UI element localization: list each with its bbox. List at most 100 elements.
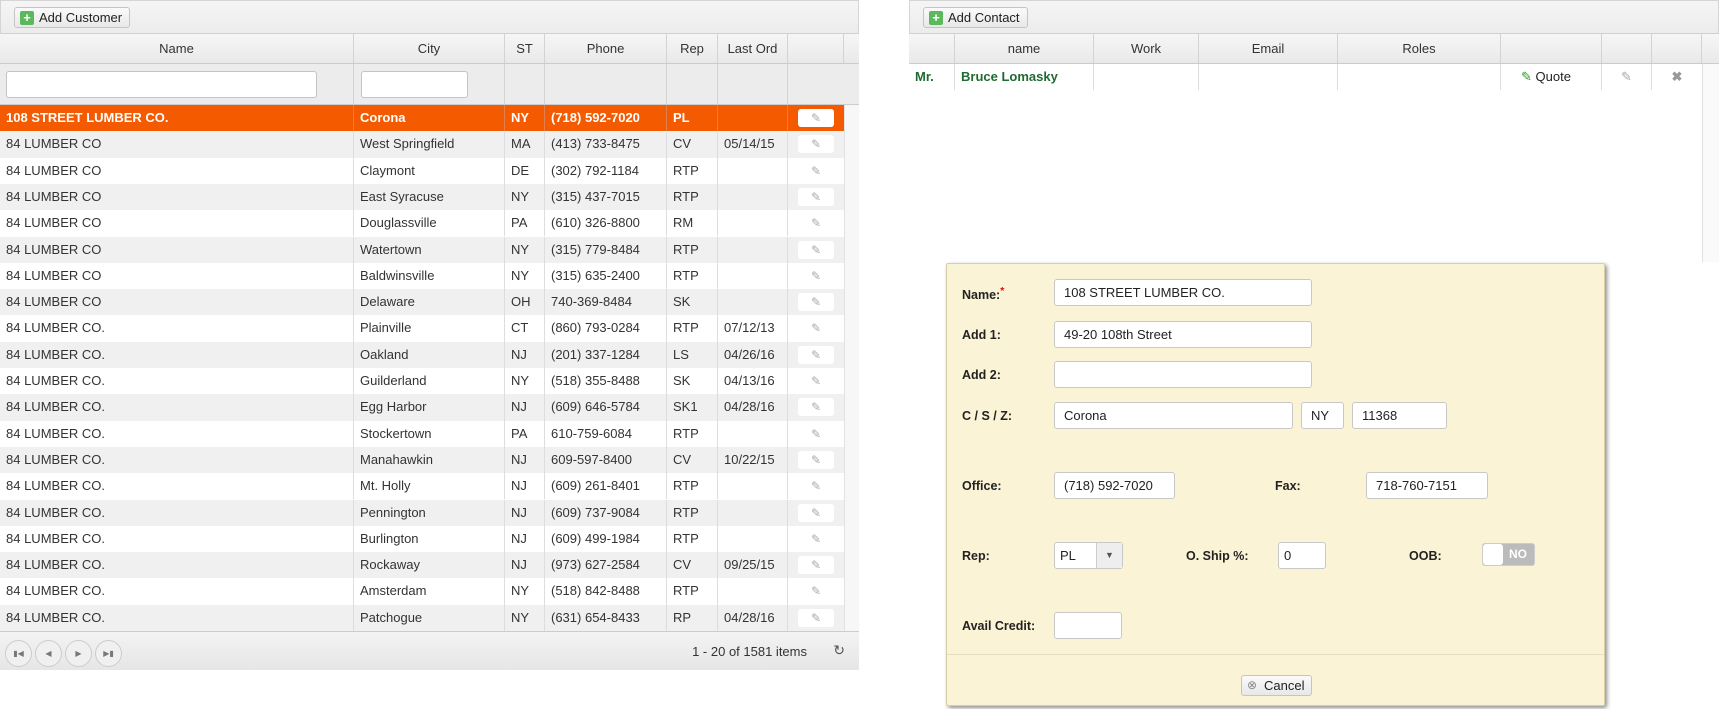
column-header-city[interactable]: City <box>354 34 505 63</box>
cell-phone: (860) 793-0284 <box>545 315 667 342</box>
cell-name: 84 LUMBER CO. <box>0 604 354 631</box>
edit-icon[interactable]: ✎ <box>798 135 834 154</box>
edit-icon[interactable]: ✎ <box>798 109 834 127</box>
table-row[interactable]: 84 LUMBER CO. Amsterdam NY (518) 842-8488 RT… <box>0 578 844 605</box>
table-row[interactable]: 84 LUMBER CO Watertown NY (315) 779-8484 RTP… <box>0 236 844 263</box>
cell-st: NJ <box>505 446 545 474</box>
edit-icon[interactable]: ✎ <box>798 424 834 443</box>
table-row[interactable]: 84 LUMBER CO Douglassville PA (610) 326-880… <box>0 210 844 237</box>
fax-label: Fax: <box>1275 479 1301 493</box>
table-row[interactable]: 84 LUMBER CO. Pennington NJ (609) 737-9084 R… <box>0 499 844 526</box>
state-input[interactable]: NY <box>1301 402 1344 429</box>
name-input[interactable]: 108 STREET LUMBER CO. <box>1054 279 1312 306</box>
table-row[interactable]: 84 LUMBER CO. Patchogue NY (631) 654-8433 RP… <box>0 604 844 631</box>
edit-icon[interactable]: ✎ <box>798 372 834 390</box>
zip-input[interactable]: 11368 <box>1352 402 1447 429</box>
table-row[interactable]: 84 LUMBER CO. Stockertown PA 610-759-6084 RT… <box>0 420 844 447</box>
edit-icon[interactable]: ✎ <box>798 266 834 285</box>
delete-contact-icon[interactable]: ✖ <box>1652 64 1702 90</box>
edit-cell: ✎ <box>788 394 844 420</box>
cell-rep: SK <box>667 289 718 316</box>
column-header-name[interactable]: name <box>955 34 1094 63</box>
column-header-roles[interactable]: Roles <box>1338 34 1501 63</box>
edit-contact-icon[interactable]: ✎ <box>1602 64 1652 90</box>
column-header-rep[interactable]: Rep <box>667 34 718 63</box>
edit-icon[interactable]: ✎ <box>798 556 834 575</box>
column-header-email[interactable]: Email <box>1199 34 1338 63</box>
table-row[interactable]: 84 LUMBER CO. Egg Harbor NJ (609) 646-5784 S… <box>0 394 844 421</box>
add1-input[interactable]: 49-20 108th Street <box>1054 321 1312 348</box>
cell-phone: (609) 499-1984 <box>545 525 667 553</box>
edit-icon[interactable]: ✎ <box>798 240 834 259</box>
first-page-button[interactable]: ▮◀ <box>5 640 32 667</box>
cell-name: 84 LUMBER CO. <box>0 420 354 447</box>
cell-city: Baldwinsville <box>354 262 505 290</box>
credit-input[interactable] <box>1054 612 1122 639</box>
edit-icon[interactable]: ✎ <box>798 398 834 417</box>
column-header-phone[interactable]: Phone <box>545 34 667 63</box>
table-row[interactable]: 84 LUMBER CO. Oakland NJ (201) 337-1284 LS 04… <box>0 341 844 368</box>
refresh-icon[interactable]: ↻ <box>833 642 845 659</box>
edit-icon[interactable]: ✎ <box>798 450 834 469</box>
column-header-st[interactable]: ST <box>505 34 545 63</box>
office-input[interactable]: (718) 592-7020 <box>1054 472 1175 499</box>
prev-page-button[interactable]: ◀ <box>35 640 62 667</box>
cell-city: Rockaway <box>354 552 505 579</box>
cell-last-ord <box>718 578 788 605</box>
edit-icon[interactable]: ✎ <box>798 187 834 206</box>
next-page-button[interactable]: ▶ <box>65 640 92 667</box>
name-filter-input[interactable] <box>6 71 317 98</box>
edit-cell: ✎ <box>788 289 844 315</box>
edit-icon[interactable]: ✎ <box>798 161 834 180</box>
edit-cell: ✎ <box>788 500 844 526</box>
edit-cell: ✎ <box>788 526 844 552</box>
edit-icon[interactable]: ✎ <box>798 529 834 548</box>
oob-toggle[interactable]: NO <box>1482 543 1535 566</box>
cell-st: NY <box>505 183 545 211</box>
contact-row[interactable]: Mr. Bruce Lomasky ✎ Quote ✎ ✖ <box>909 64 1702 90</box>
fax-input[interactable]: 718-760-7151 <box>1366 472 1488 499</box>
edit-icon[interactable]: ✎ <box>798 319 834 338</box>
add-customer-button[interactable]: + Add Customer <box>14 7 131 28</box>
scrollbar[interactable] <box>1702 64 1719 262</box>
table-row[interactable]: 84 LUMBER CO. Rockaway NJ (973) 627-2584 CV 0… <box>0 552 844 579</box>
quote-button[interactable]: ✎ Quote <box>1501 64 1602 90</box>
edit-icon[interactable]: ✎ <box>798 608 834 627</box>
cancel-button[interactable]: ⊗ Cancel <box>1241 675 1313 696</box>
cell-rep: RTP <box>667 236 718 263</box>
table-row[interactable]: 84 LUMBER CO East Syracuse NY (315) 437-701… <box>0 183 844 211</box>
table-row[interactable]: 84 LUMBER CO. Mt. Holly NJ (609) 261-8401 RT… <box>0 473 844 500</box>
filter-cell <box>545 64 667 104</box>
column-header-last-ord[interactable]: Last Ord <box>718 34 788 63</box>
add-contact-button[interactable]: + Add Contact <box>923 7 1028 28</box>
table-row[interactable]: 84 LUMBER CO Claymont DE (302) 792-1184 RTP ✎ <box>0 157 844 184</box>
scrollbar[interactable] <box>844 105 859 631</box>
column-header-work[interactable]: Work <box>1094 34 1199 63</box>
edit-icon[interactable]: ✎ <box>798 582 834 601</box>
table-row[interactable]: 84 LUMBER CO Delaware OH 740-369-8484 SK ✎ <box>0 289 844 316</box>
rep-label: Rep: <box>962 549 990 563</box>
cell-rep: RTP <box>667 420 718 447</box>
table-row[interactable]: 84 LUMBER CO. Plainville CT (860) 793-0284 R… <box>0 315 844 342</box>
cell-name: 84 LUMBER CO. <box>0 473 354 500</box>
last-page-button[interactable]: ▶▮ <box>95 640 122 667</box>
city-filter-input[interactable] <box>361 71 468 98</box>
column-header-name[interactable]: Name <box>0 34 354 63</box>
city-input[interactable]: Corona <box>1054 402 1293 429</box>
cell-rep: LS <box>667 341 718 368</box>
table-row[interactable]: 84 LUMBER CO. Burlington NJ (609) 499-1984 R… <box>0 525 844 553</box>
edit-icon[interactable]: ✎ <box>798 214 834 233</box>
edit-icon[interactable]: ✎ <box>798 345 834 364</box>
table-row[interactable]: 84 LUMBER CO West Springfield MA (413) 733-… <box>0 131 844 158</box>
table-row[interactable]: 84 LUMBER CO Baldwinsville NY (315) 635-240… <box>0 262 844 290</box>
edit-icon[interactable]: ✎ <box>798 503 834 522</box>
table-row[interactable]: 84 LUMBER CO. Manahawkin NJ 609-597-8400 CV 1… <box>0 446 844 474</box>
edit-icon[interactable]: ✎ <box>798 293 834 312</box>
oship-input[interactable]: 0 <box>1278 542 1326 569</box>
rep-select[interactable]: PL ▼ <box>1054 542 1123 569</box>
cell-name: 84 LUMBER CO. <box>0 394 354 421</box>
add2-input[interactable] <box>1054 361 1312 388</box>
table-row[interactable]: 108 STREET LUMBER CO. Corona NY (718) 592-7… <box>0 105 844 132</box>
table-row[interactable]: 84 LUMBER CO. Guilderland NY (518) 355-8488… <box>0 368 844 395</box>
edit-icon[interactable]: ✎ <box>798 477 834 496</box>
